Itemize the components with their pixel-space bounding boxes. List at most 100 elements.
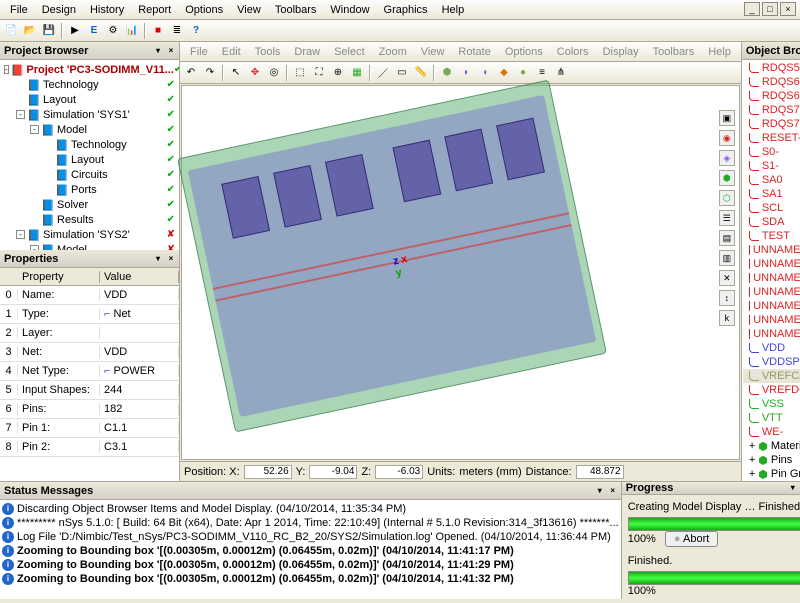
property-row[interactable]: 5Input Shapes:244 (0, 381, 179, 400)
open-icon[interactable]: 📂 (21, 22, 39, 40)
shape2-icon[interactable]: ◖ (476, 64, 494, 82)
vt-icon[interactable]: ◈ (719, 150, 735, 166)
close-icon[interactable]: × (165, 45, 177, 57)
cube-icon[interactable]: ⬢ (438, 64, 456, 82)
menu-select[interactable]: Select (328, 44, 371, 60)
target-icon[interactable]: ◎ (265, 64, 283, 82)
vt-icon[interactable]: k (719, 310, 735, 326)
project-tree[interactable]: -📕Project 'PC3-SODIMM_V11...✔📘Technology… (0, 60, 179, 250)
close-button[interactable]: × (780, 2, 796, 16)
property-row[interactable]: 2Layer: (0, 324, 179, 343)
pin-icon[interactable]: ▾ (787, 482, 799, 494)
object-item[interactable]: UNNAMED_3_DDR378BALL... (743, 271, 800, 285)
property-row[interactable]: 3Net:VDD (0, 343, 179, 362)
zoom-in-icon[interactable]: ⊕ (329, 64, 347, 82)
object-item[interactable]: UNNAMED_4_DDR378BALL... (743, 285, 800, 299)
layers-icon[interactable]: ≣ (168, 22, 186, 40)
shape4-icon[interactable]: ● (514, 64, 532, 82)
properties-grid[interactable]: PropertyValue 0Name:VDD1Type:⌐ Net2Layer… (0, 268, 179, 481)
menu-colors[interactable]: Colors (551, 44, 595, 60)
tree-item[interactable]: 📘Solver✔ (2, 197, 177, 212)
object-list[interactable]: RDQS5-RDQS6+RDQS6-RDQS7+RDQS7-RESET-S0-S… (742, 60, 800, 481)
model-canvas[interactable]: z xy ▣ ◉ ◈ ⬢ ⬡ ☰ ▤ ▥ ✕ ↕ k (181, 85, 740, 460)
object-item[interactable]: S1- (743, 159, 800, 173)
object-item[interactable]: SDA (743, 215, 800, 229)
move-icon[interactable]: ✥ (246, 64, 264, 82)
property-row[interactable]: 1Type:⌐ Net (0, 305, 179, 324)
undo-icon[interactable]: ↶ (182, 64, 200, 82)
chart-icon[interactable]: 📊 (123, 22, 141, 40)
vt-icon[interactable]: ▤ (719, 230, 735, 246)
object-group[interactable]: +⬢Materials (743, 439, 800, 453)
object-group[interactable]: +⬢Pins (743, 453, 800, 467)
menu-file[interactable]: File (184, 44, 214, 60)
property-row[interactable]: 7Pin 1:C1.1 (0, 419, 179, 438)
tree-item[interactable]: -📘Model✘ (2, 242, 177, 250)
tree-item[interactable]: -📘Simulation 'SYS2'✘ (2, 227, 177, 242)
menu-toolbars[interactable]: Toolbars (269, 2, 323, 18)
object-item[interactable]: VREFDQ (743, 383, 800, 397)
object-item[interactable]: VSS (743, 397, 800, 411)
pos-y-value[interactable] (309, 465, 357, 479)
menu-design[interactable]: Design (36, 2, 82, 18)
menu-view[interactable]: View (415, 44, 451, 60)
menu-draw[interactable]: Draw (288, 44, 326, 60)
object-item[interactable]: UNNAMED_4_DDR378BALL... (743, 299, 800, 313)
grid-icon[interactable]: ▦ (348, 64, 366, 82)
menu-edit[interactable]: Edit (216, 44, 247, 60)
abort-button[interactable]: ● Abort (665, 531, 718, 547)
object-item[interactable]: UNNAMED_1_CAPACITOR_1... (743, 243, 800, 257)
menu-file[interactable]: File (4, 2, 34, 18)
pos-x-value[interactable] (244, 465, 292, 479)
menu-tools[interactable]: Tools (249, 44, 287, 60)
tree-item[interactable]: 📘Layout✔ (2, 92, 177, 107)
object-item[interactable]: VDDSPD (743, 355, 800, 369)
object-item[interactable]: S0- (743, 145, 800, 159)
object-item[interactable]: SA0 (743, 173, 800, 187)
eda-icon[interactable]: E (85, 22, 103, 40)
menu-history[interactable]: History (84, 2, 130, 18)
menu-toolbars[interactable]: Toolbars (647, 44, 701, 60)
property-row[interactable]: 4Net Type:⌐ POWER (0, 362, 179, 381)
object-item[interactable]: WE- (743, 425, 800, 439)
menu-graphics[interactable]: Graphics (378, 2, 434, 18)
zoom-fit-icon[interactable]: ⛶ (310, 64, 328, 82)
shape1-icon[interactable]: ◗ (457, 64, 475, 82)
object-item[interactable]: UNNAMED_4_DDR378BALL... (743, 313, 800, 327)
maximize-button[interactable]: □ (762, 2, 778, 16)
menu-help[interactable]: Help (702, 44, 737, 60)
vt-icon[interactable]: ⬢ (719, 170, 735, 186)
object-item[interactable]: TEST (743, 229, 800, 243)
menu-window[interactable]: Window (324, 2, 375, 18)
pointer-icon[interactable]: ↖ (227, 64, 245, 82)
object-item[interactable]: RDQS6- (743, 89, 800, 103)
tree-item[interactable]: 📘Circuits✔ (2, 167, 177, 182)
object-item[interactable]: VREFCA (743, 369, 800, 383)
distance-value[interactable] (576, 465, 624, 479)
menu-display[interactable]: Display (597, 44, 645, 60)
object-group[interactable]: +⬢Pin Groups (743, 467, 800, 481)
vt-icon[interactable]: ☰ (719, 210, 735, 226)
menu-zoom[interactable]: Zoom (373, 44, 413, 60)
tool-icon[interactable]: ▶ (66, 22, 84, 40)
tree-item[interactable]: 📘Technology✔ (2, 137, 177, 152)
object-item[interactable]: RDQS5- (743, 61, 800, 75)
object-item[interactable]: SA1 (743, 187, 800, 201)
tree-item[interactable]: 📘Layout✔ (2, 152, 177, 167)
pin-icon[interactable]: ▾ (152, 253, 164, 265)
pin-icon[interactable]: ▾ (152, 45, 164, 57)
net-icon[interactable]: ⋔ (552, 64, 570, 82)
pin-icon[interactable]: ▾ (594, 485, 606, 497)
menu-report[interactable]: Report (132, 2, 177, 18)
object-item[interactable]: RDQS6+ (743, 75, 800, 89)
object-item[interactable]: VDD✓ (743, 341, 800, 355)
menu-rotate[interactable]: Rotate (452, 44, 496, 60)
vt-icon[interactable]: ▣ (719, 110, 735, 126)
menu-help[interactable]: Help (436, 2, 471, 18)
zoom-window-icon[interactable]: ⬚ (291, 64, 309, 82)
tree-item[interactable]: 📘Ports✔ (2, 182, 177, 197)
vt-icon[interactable]: ⬡ (719, 190, 735, 206)
object-item[interactable]: RDQS7- (743, 117, 800, 131)
vt-icon[interactable]: ▥ (719, 250, 735, 266)
object-item[interactable]: SCL (743, 201, 800, 215)
